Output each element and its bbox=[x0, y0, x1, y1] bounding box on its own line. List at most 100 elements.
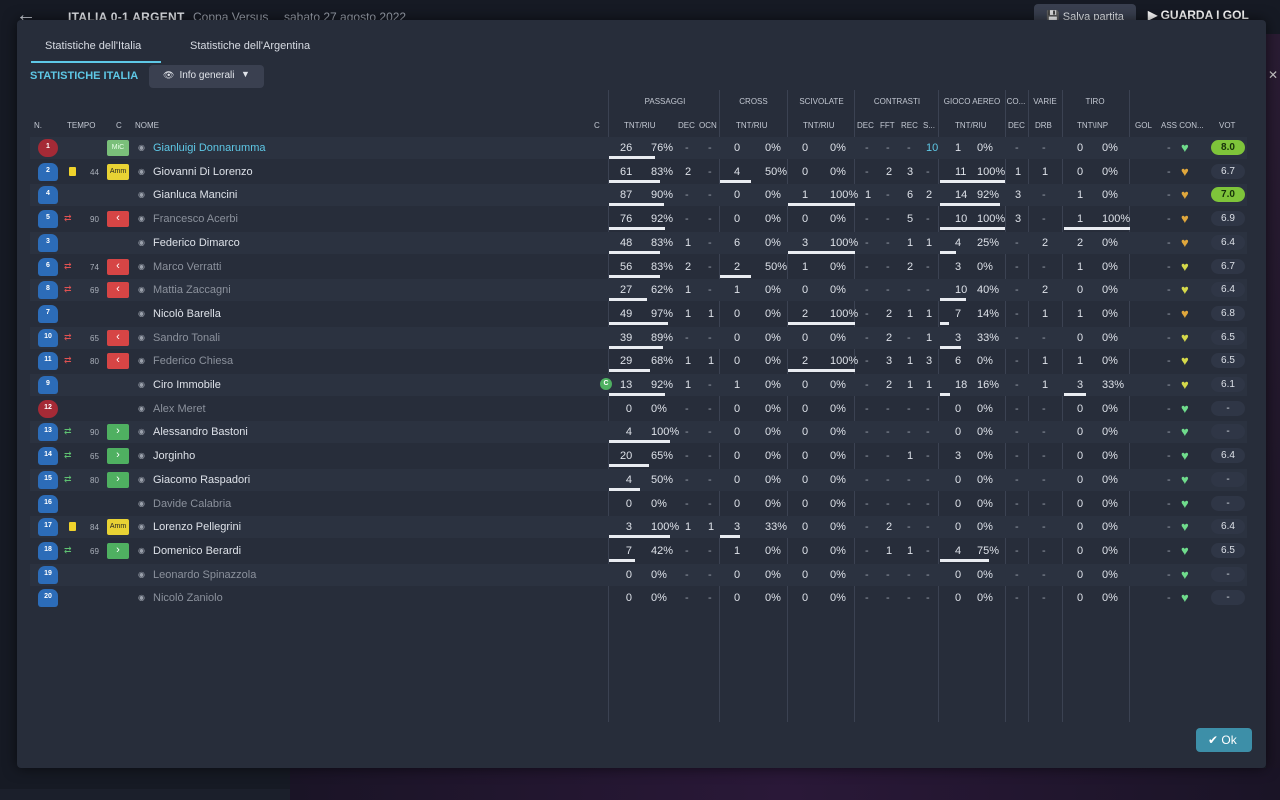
table-row[interactable]: 20 ◉ Nicolò Zaniolo 0 0% - - 0 0% 0 0% - - - - 0 0% - - 0 0%… bbox=[30, 587, 1247, 609]
headers-bar bbox=[940, 321, 950, 325]
player-name[interactable]: Giacomo Raspadori bbox=[153, 474, 250, 486]
table-row[interactable]: 6 ⇄ 74 ‹ ◉ Marco Verratti 56 83% 2-2 50% 1 0% - -2-3 0… bbox=[30, 256, 1247, 278]
dribbles: - bbox=[1042, 142, 1046, 154]
shots-attempted: 1 bbox=[1077, 307, 1084, 320]
player-name[interactable]: Gianluigi Donnarumma bbox=[153, 142, 266, 154]
table-row[interactable]: 14 ⇄ 65 › ◉ Jorginho 20 65% - -0 0% 0 0% - -1-3 0% - -0 0%… bbox=[30, 445, 1247, 468]
ok-button[interactable]: ✔ Ok bbox=[1196, 728, 1252, 752]
player-name[interactable]: Giovanni Di Lorenzo bbox=[153, 166, 253, 178]
table-row[interactable]: 13 ⇄ 90 › ◉ Alessandro Bastoni 4 100% - -0 0% 0 0% - -… bbox=[30, 421, 1247, 444]
passes-attempted: 0 bbox=[625, 592, 632, 605]
dribbles: 2 bbox=[1042, 284, 1049, 297]
co-decisive: - bbox=[1015, 355, 1019, 368]
column-header-drb[interactable]: DRB bbox=[1035, 121, 1052, 130]
player-name[interactable]: Leonardo Spinazzola bbox=[153, 569, 256, 581]
player-name[interactable]: Davide Calabria bbox=[153, 498, 231, 510]
column-header-c[interactable]: C bbox=[116, 121, 122, 130]
player-name[interactable]: Francesco Acerbi bbox=[153, 213, 238, 225]
column-header-nome[interactable]: NOME bbox=[135, 121, 159, 130]
crosses-bar bbox=[720, 274, 751, 278]
tab-italy-stats[interactable]: Statistiche dell'Italia bbox=[45, 40, 141, 52]
column-header-aereo[interactable]: TNT/RIU bbox=[955, 121, 987, 130]
player-name[interactable]: Ciro Immobile bbox=[153, 379, 221, 391]
tackles-attempted: 0 bbox=[802, 379, 809, 391]
table-row[interactable]: 16 ◉ Davide Calabria 0 0% - - 0 0% 0 0% - - - - 0 0% - - 0 0… bbox=[30, 493, 1247, 515]
column-header-cross[interactable]: TNT/RIU bbox=[736, 121, 768, 130]
player-name[interactable]: Federico Dimarco bbox=[153, 237, 240, 249]
dribbles: 1 bbox=[1042, 355, 1049, 368]
player-name[interactable]: Federico Chiesa bbox=[153, 355, 233, 367]
player-name[interactable]: Nicolò Barella bbox=[153, 308, 221, 320]
table-row[interactable]: 4 ◉ Gianluca Mancini 87 90% - -0 0% 1 100% 1-6 2 14 9… bbox=[30, 184, 1247, 207]
column-header-cdec[interactable]: DEC bbox=[857, 121, 874, 130]
column-header-codec[interactable]: DEC bbox=[1008, 121, 1025, 130]
table-row[interactable]: 7 ◉ Nicolò Barella 49 97% 1 1 0 0% 2 100% -2 1 1 7 14% -… bbox=[30, 303, 1247, 325]
table-row[interactable]: 12 ◉ Alex Meret 0 0% - -0 0% 0 0% - - - -0 0% - -0 0% - ♥ - bbox=[30, 398, 1247, 420]
table-row[interactable]: 19 ◉ Leonardo Spinazzola 0 0% - - 0 0% 0 0% - - - - 0 0%… bbox=[30, 563, 1247, 586]
table-row[interactable]: 10 ⇄ 65 ‹ ◉ Sandro Tonali 39 89% - -0 0% 0 0% -2-1 3 33… bbox=[30, 326, 1247, 349]
co-decisive: - bbox=[1015, 284, 1019, 297]
player-name[interactable]: Sandro Tonali bbox=[153, 332, 220, 344]
column-header-vot[interactable]: VOT bbox=[1219, 121, 1235, 130]
table-row[interactable]: 5 ⇄ 90 ‹ ◉ Francesco Acerbi 76 92% - -0 0% 0 0% - -5-1… bbox=[30, 208, 1247, 231]
shots-percent: 0% bbox=[1102, 189, 1118, 202]
player-name[interactable]: Lorenzo Pellegrini bbox=[153, 521, 241, 533]
tackles-attempted: 0 bbox=[802, 284, 809, 297]
column-header-tiro[interactable]: TNT\INP bbox=[1077, 121, 1108, 130]
column-header-crec[interactable]: REC bbox=[901, 121, 918, 130]
passes-attempted: 4 bbox=[625, 426, 632, 439]
group-header: GIOCO AEREO bbox=[943, 97, 1001, 106]
table-row[interactable]: 17 84 Amm ◉ Lorenzo Pellegrini 3 100% 1 1 3 33% 0 0%… bbox=[30, 516, 1247, 539]
recoveries: - bbox=[907, 331, 911, 344]
view-dropdown[interactable]: 👁 Info generali ▼ bbox=[149, 65, 264, 88]
fouls: - bbox=[886, 426, 890, 439]
player-name[interactable]: Alex Meret bbox=[153, 403, 206, 415]
player-name[interactable]: Marco Verratti bbox=[153, 261, 221, 273]
passes-percent: 83% bbox=[651, 260, 674, 273]
table-row[interactable]: 11 ⇄ 80 ‹ ◉ Federico Chiesa 29 68% 1 1 0 0% 2 100% -3 1… bbox=[30, 350, 1247, 373]
table-row[interactable]: 8 ⇄ 69 ‹ ◉ Mattia Zaccagni 27 62% 1 - 1 0% 0 0% - - - - 10… bbox=[30, 279, 1247, 302]
table-row[interactable]: 3 ◉ Federico Dimarco 48 83% 1-6 0% 3 100% - -1 1 4 25… bbox=[30, 231, 1247, 254]
column-header-cfft[interactable]: FFT bbox=[880, 121, 895, 130]
headers-attempted: 0 bbox=[955, 497, 962, 510]
player-name[interactable]: Gianluca Mancini bbox=[153, 189, 237, 201]
shirt-number-icon: 9 bbox=[38, 376, 58, 394]
crosses-attempted: 0 bbox=[734, 568, 741, 581]
table-row[interactable]: 2 44 Amm ◉ Giovanni Di Lorenzo 61 83% 2 - 4 50% 0 0%… bbox=[30, 161, 1247, 183]
column-header-tempo[interactable]: TEMPO bbox=[67, 121, 95, 130]
player-name[interactable]: Alessandro Bastoni bbox=[153, 426, 248, 438]
table-row[interactable]: 9 ◉ Ciro Immobile C 13 92% 1-1 0% 0 0% -2 1 1 18 16% -1… bbox=[30, 374, 1247, 396]
tab-argentina-stats[interactable]: Statistiche dell'Argentina bbox=[190, 40, 310, 52]
person-icon: ◉ bbox=[138, 474, 145, 484]
table-row[interactable]: 1 MiC ◉ Gianluigi Donnarumma 26 76% - -0 0% 0 0% - -… bbox=[30, 137, 1247, 159]
player-name[interactable]: Domenico Berardi bbox=[153, 545, 241, 557]
column-header-c2[interactable]: C bbox=[594, 121, 600, 130]
player-name[interactable]: Nicolò Zaniolo bbox=[153, 592, 223, 604]
table-row[interactable]: 18 ⇄ 69 › ◉ Domenico Berardi 7 42% - -1 0% 0 0% -1 1-4… bbox=[30, 540, 1247, 562]
player-name[interactable]: Jorginho bbox=[153, 450, 195, 462]
close-icon[interactable]: ✕ bbox=[1268, 68, 1278, 82]
column-header-n[interactable]: N. bbox=[34, 121, 42, 130]
crosses-percent: 0% bbox=[765, 236, 781, 249]
assists: - bbox=[1167, 307, 1171, 320]
column-header-sciv[interactable]: TNT/RIU bbox=[803, 121, 835, 130]
column-header-pass[interactable]: TNT/RIU bbox=[624, 121, 656, 130]
player-name[interactable]: Mattia Zaccagni bbox=[153, 284, 231, 296]
passes-bar bbox=[609, 274, 660, 278]
passes-bar bbox=[609, 535, 670, 539]
dribbles: - bbox=[1042, 592, 1046, 605]
column-header-cs[interactable]: S... bbox=[923, 121, 935, 130]
column-header-ass[interactable]: ASS CON... bbox=[1161, 121, 1204, 130]
passes-percent: 97% bbox=[651, 307, 674, 320]
column-header-dec[interactable]: DEC bbox=[678, 121, 695, 130]
tackles-percent: 0% bbox=[830, 379, 846, 391]
table-row[interactable]: 15 ⇄ 80 › ◉ Giacomo Raspadori 4 50% - -0 0% 0 0% - - - -… bbox=[30, 468, 1247, 491]
fouls: - bbox=[886, 189, 890, 202]
tackles-percent: 0% bbox=[830, 142, 846, 154]
column-header-ocn[interactable]: OCN bbox=[699, 121, 717, 130]
passes-bar bbox=[609, 250, 660, 254]
shirt-number-icon: 18 bbox=[38, 541, 58, 560]
shirt-number-icon: 12 bbox=[38, 399, 58, 418]
tackles-percent: 0% bbox=[830, 592, 846, 605]
column-header-gol[interactable]: GOL bbox=[1135, 121, 1152, 130]
